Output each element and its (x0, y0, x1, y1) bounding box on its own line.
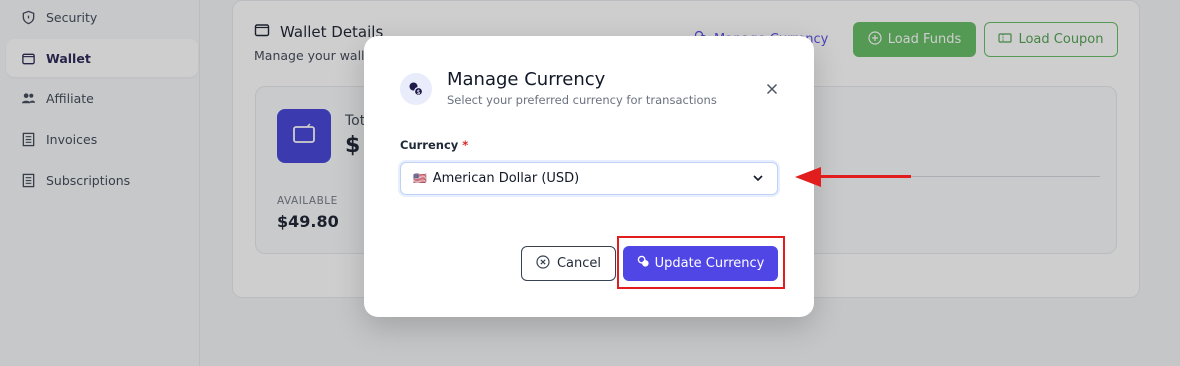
required-marker: * (462, 138, 469, 152)
modal-subtitle: Select your preferred currency for trans… (447, 93, 717, 107)
cancel-label: Cancel (556, 256, 602, 271)
currency-exchange-icon: $ (400, 73, 432, 105)
close-circle-icon (536, 254, 550, 273)
currency-select[interactable]: 🇺🇸 American Dollar (USD) (400, 162, 778, 195)
annotation-arrow-icon (795, 167, 911, 187)
svg-text:$: $ (417, 89, 421, 96)
currency-field-label: Currency * (400, 138, 468, 152)
modal-title: Manage Currency (447, 69, 606, 90)
close-icon[interactable] (763, 80, 781, 98)
us-flag-icon: 🇺🇸 (413, 172, 427, 185)
currency-select-value: American Dollar (USD) (432, 171, 580, 186)
currency-label-text: Currency (400, 138, 459, 152)
cancel-button[interactable]: Cancel (521, 246, 616, 281)
annotation-highlight-box (617, 236, 785, 289)
chevron-down-icon (751, 171, 765, 185)
